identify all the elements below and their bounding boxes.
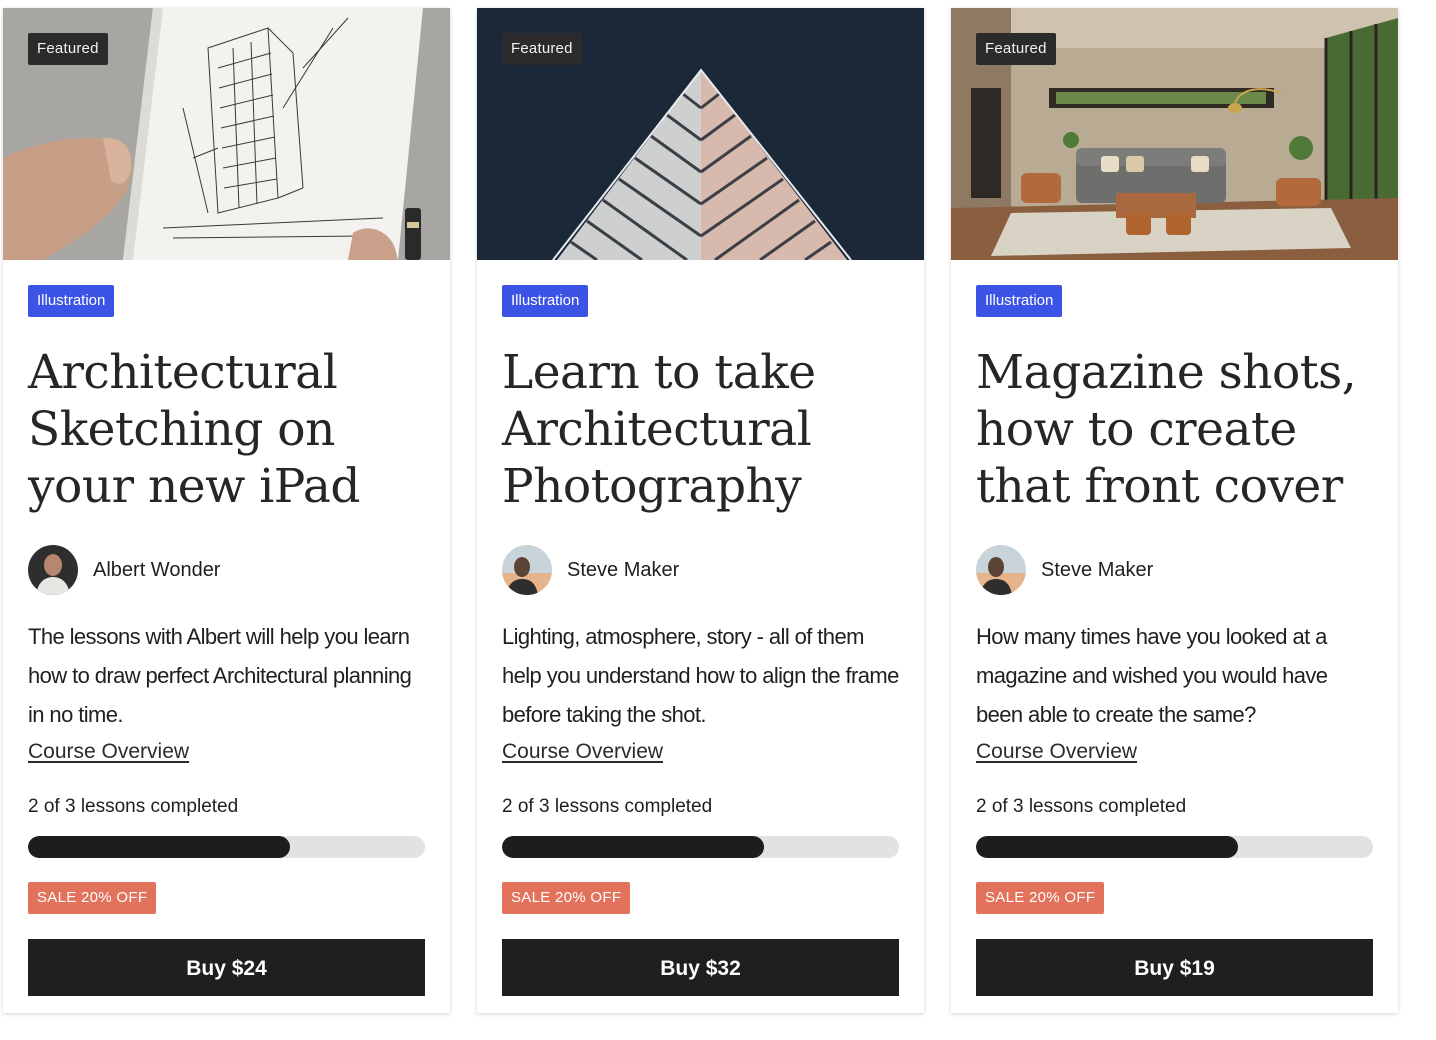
buy-button[interactable]: Buy $24 [28,939,425,996]
avatar-steve-image [502,545,552,595]
avatar-albert-image [28,545,78,595]
course-image-interior[interactable]: Featured [951,8,1398,260]
featured-badge: Featured [28,33,108,65]
progress-bar [28,836,425,858]
course-card: Featured Illustration Magazine shots, ho… [951,8,1398,1013]
featured-badge: Featured [502,33,582,65]
author[interactable]: Steve Maker [976,545,1153,595]
progress-label: 2 of 3 lessons completed [502,796,713,817]
course-title[interactable]: Magazine shots, how to create that front… [976,344,1373,515]
course-card: Featured Illustration Architectural Sket… [3,8,450,1013]
progress-label: 2 of 3 lessons completed [28,796,239,817]
course-description: The lessons with Albert will help you le… [28,624,412,727]
course-description: How many times have you looked at a maga… [976,624,1328,727]
buy-button[interactable]: Buy $32 [502,939,899,996]
sale-badge: SALE 20% OFF [28,882,157,914]
progress-fill [976,836,1239,858]
avatar [976,545,1026,595]
author-name: Steve Maker [567,558,680,581]
category-badge[interactable]: Illustration [502,285,589,317]
avatar [502,545,552,595]
course-title[interactable]: Learn to take Architectural Photography [502,344,899,515]
author-name: Steve Maker [1041,558,1154,581]
sale-badge: SALE 20% OFF [502,882,631,914]
avatar [28,545,78,595]
course-card: Featured Illustration Learn to take Arch… [477,8,924,1013]
avatar-steve-image [976,545,1026,595]
course-overview-link[interactable]: Course Overview [502,740,663,764]
progress-label: 2 of 3 lessons completed [976,796,1187,817]
category-badge[interactable]: Illustration [976,285,1063,317]
course-image-sketch[interactable]: Featured [3,8,450,260]
sale-badge: SALE 20% OFF [976,882,1105,914]
author[interactable]: Albert Wonder [28,545,220,595]
course-overview-link[interactable]: Course Overview [28,740,189,764]
progress-fill [28,836,291,858]
author-name: Albert Wonder [93,558,221,581]
course-image-architecture[interactable]: Featured [477,8,924,260]
author[interactable]: Steve Maker [502,545,679,595]
category-badge[interactable]: Illustration [28,285,115,317]
featured-badge: Featured [976,33,1056,65]
course-title[interactable]: Architectural Sketching on your new iPad [28,344,425,515]
progress-bar [976,836,1373,858]
progress-bar [502,836,899,858]
course-overview-link[interactable]: Course Overview [976,740,1137,764]
progress-fill [502,836,765,858]
course-description: Lighting, atmosphere, story - all of the… [502,624,899,727]
buy-button[interactable]: Buy $19 [976,939,1373,996]
